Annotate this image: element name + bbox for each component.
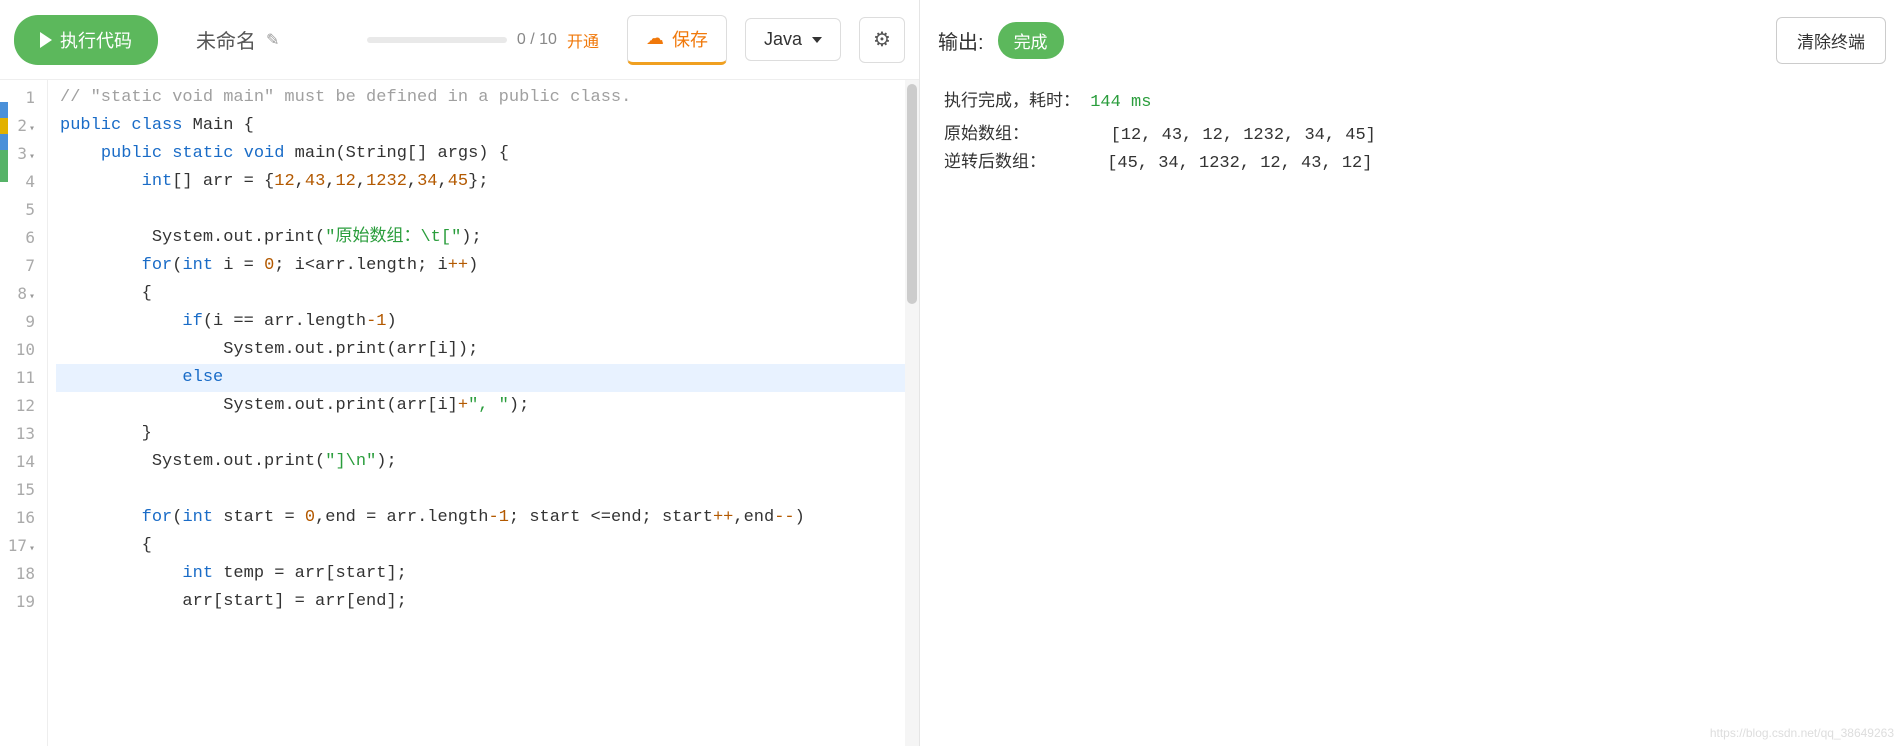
watermark: https://blog.csdn.net/qq_38649263 bbox=[1710, 726, 1894, 740]
line-number[interactable]: 14 bbox=[0, 448, 35, 476]
line-number[interactable]: 10 bbox=[0, 336, 35, 364]
line-number[interactable]: 11 bbox=[0, 364, 35, 392]
clear-terminal-button[interactable]: 清除终端 bbox=[1776, 17, 1886, 64]
output-line: 原始数组： [12, 43, 12, 1232, 34, 45] bbox=[944, 122, 1880, 150]
code-line[interactable]: public class Main { bbox=[56, 112, 919, 140]
exec-time: 144 ms bbox=[1090, 93, 1151, 112]
code-line[interactable] bbox=[56, 196, 919, 224]
toolbar: 执行代码 未命名 ✎ 0 / 10 开通 ☁ 保存 Java ⚙ bbox=[0, 0, 919, 80]
code-line[interactable]: } bbox=[56, 420, 919, 448]
code-line[interactable]: { bbox=[56, 532, 919, 560]
play-icon bbox=[40, 32, 52, 48]
code-line[interactable] bbox=[56, 476, 919, 504]
run-button[interactable]: 执行代码 bbox=[14, 15, 158, 65]
output-header: 输出: 完成 清除终端 bbox=[920, 0, 1904, 80]
line-number[interactable]: 17 bbox=[0, 532, 35, 560]
line-number[interactable]: 13 bbox=[0, 420, 35, 448]
progress-link[interactable]: 开通 bbox=[567, 28, 599, 52]
save-label: 保存 bbox=[672, 26, 708, 52]
language-label: Java bbox=[764, 29, 802, 50]
status-badge: 完成 bbox=[998, 22, 1064, 59]
code-line[interactable]: int temp = arr[start]; bbox=[56, 560, 919, 588]
progress-bar bbox=[367, 37, 507, 43]
save-button[interactable]: ☁ 保存 bbox=[627, 15, 727, 65]
progress-text: 0 / 10 bbox=[517, 31, 557, 49]
line-number[interactable]: 16 bbox=[0, 504, 35, 532]
filename-text: 未命名 bbox=[196, 25, 256, 54]
gear-icon: ⚙ bbox=[873, 27, 891, 52]
output-body: 执行完成，耗时： 144 ms 原始数组： [12, 43, 12, 1232,… bbox=[920, 80, 1904, 746]
code-line[interactable]: // "static void main" must be defined in… bbox=[56, 84, 919, 112]
code-line[interactable]: if(i == arr.length-1) bbox=[56, 308, 919, 336]
line-number[interactable]: 8 bbox=[0, 280, 35, 308]
line-number[interactable]: 6 bbox=[0, 224, 35, 252]
filename[interactable]: 未命名 ✎ bbox=[196, 25, 279, 54]
line-number[interactable]: 7 bbox=[0, 252, 35, 280]
code-line[interactable]: public static void main(String[] args) { bbox=[56, 140, 919, 168]
minimap-strip bbox=[0, 102, 8, 182]
line-number[interactable]: 5 bbox=[0, 196, 35, 224]
settings-button[interactable]: ⚙ bbox=[859, 17, 905, 63]
language-select[interactable]: Java bbox=[745, 18, 841, 61]
scrollbar-thumb[interactable] bbox=[907, 84, 917, 304]
code-area[interactable]: // "static void main" must be defined in… bbox=[48, 80, 919, 746]
code-line[interactable]: for(int start = 0,end = arr.length-1; st… bbox=[56, 504, 919, 532]
line-number[interactable]: 9 bbox=[0, 308, 35, 336]
line-number[interactable]: 18 bbox=[0, 560, 35, 588]
line-number[interactable]: 15 bbox=[0, 476, 35, 504]
code-line[interactable]: System.out.print(arr[i]+", "); bbox=[56, 392, 919, 420]
line-number[interactable]: 12 bbox=[0, 392, 35, 420]
exec-prefix: 执行完成，耗时： bbox=[944, 93, 1080, 112]
code-line[interactable]: System.out.print(arr[i]); bbox=[56, 336, 919, 364]
code-line[interactable]: arr[start] = arr[end]; bbox=[56, 588, 919, 616]
output-title: 输出: bbox=[938, 26, 984, 55]
pencil-icon[interactable]: ✎ bbox=[266, 30, 279, 50]
code-line[interactable]: System.out.print("]\n"); bbox=[56, 448, 919, 476]
code-line[interactable]: { bbox=[56, 280, 919, 308]
code-line[interactable]: System.out.print("原始数组：\t["); bbox=[56, 224, 919, 252]
output-line: 逆转后数组： [45, 34, 1232, 12, 43, 12] bbox=[944, 150, 1880, 178]
output-panel: 输出: 完成 清除终端 执行完成，耗时： 144 ms 原始数组： [12, 4… bbox=[920, 0, 1904, 746]
progress: 0 / 10 开通 bbox=[367, 28, 599, 52]
run-label: 执行代码 bbox=[60, 27, 132, 53]
exec-status: 执行完成，耗时： 144 ms bbox=[944, 86, 1880, 112]
code-line[interactable]: for(int i = 0; i<arr.length; i++) bbox=[56, 252, 919, 280]
code-line[interactable]: int[] arr = {12,43,12,1232,34,45}; bbox=[56, 168, 919, 196]
caret-down-icon bbox=[812, 37, 822, 43]
scrollbar-track[interactable] bbox=[905, 80, 919, 746]
line-number[interactable]: 19 bbox=[0, 588, 35, 616]
cloud-upload-icon: ☁ bbox=[646, 28, 664, 49]
code-line[interactable]: else bbox=[56, 364, 919, 392]
code-editor[interactable]: 12345678910111213141516171819 // "static… bbox=[0, 80, 919, 746]
editor-panel: 执行代码 未命名 ✎ 0 / 10 开通 ☁ 保存 Java ⚙ 1234567… bbox=[0, 0, 920, 746]
